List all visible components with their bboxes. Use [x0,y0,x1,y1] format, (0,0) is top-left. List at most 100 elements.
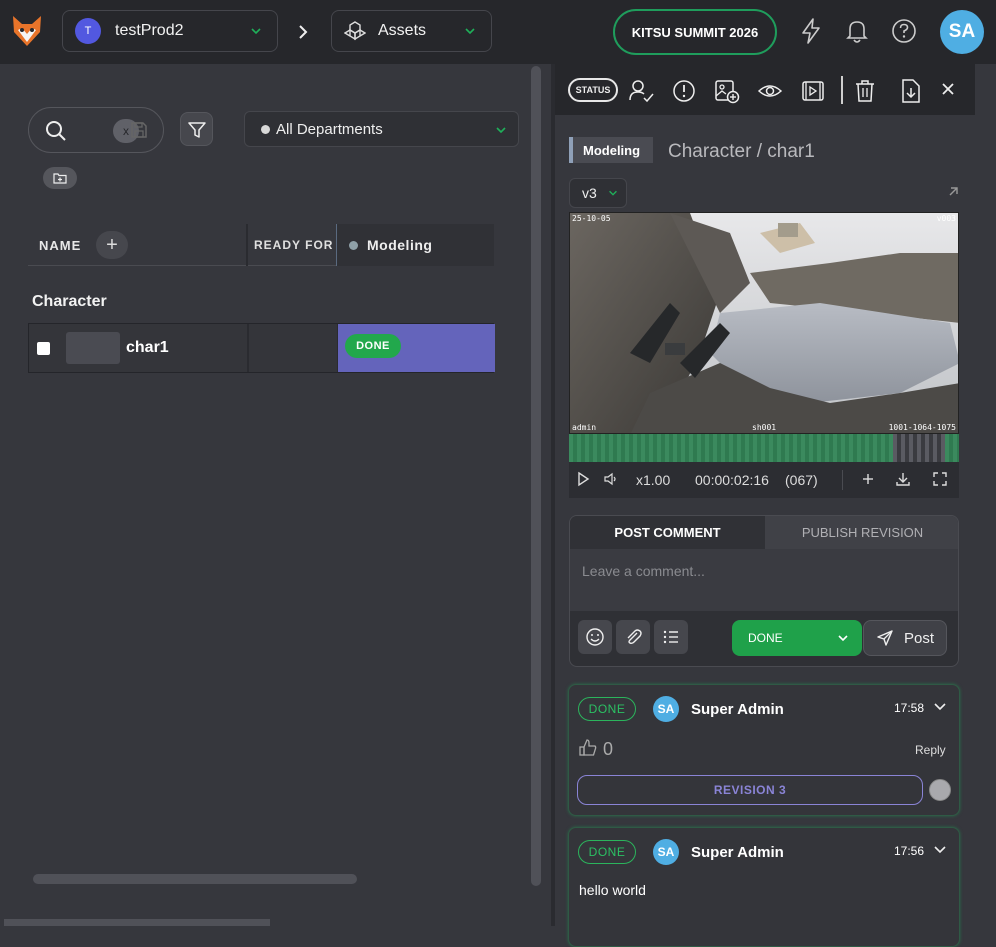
group-title: Character [32,293,107,310]
bell-icon[interactable] [842,16,872,46]
horizontal-scrollbar[interactable] [33,874,357,884]
expand-icon[interactable] [945,186,959,200]
production-name: testProd2 [115,22,184,39]
comment-author[interactable]: Super Admin [691,701,784,718]
modeling-status-cell[interactable]: DONE [337,324,495,372]
department-label: All Departments [276,120,383,138]
send-icon [877,630,893,646]
comment-input[interactable]: Leave a comment... [570,549,958,611]
comment-card: DONE SA Super Admin 17:56 hello world [568,827,960,947]
chevron-down-icon [251,28,261,35]
status-select[interactable]: DONE [732,620,862,656]
tab-publish-revision[interactable]: PUBLISH REVISION [765,516,958,549]
page-scrollbar[interactable] [4,919,270,926]
department-selector[interactable]: All Departments [244,111,519,147]
asset-name[interactable]: char1 [126,339,169,357]
chevron-down-icon [496,127,506,134]
help-icon[interactable] [889,16,919,46]
column-ready-for-header[interactable]: READY FOR [254,238,333,252]
add-folder-button[interactable] [43,167,77,189]
folder-plus-icon [53,173,67,184]
thumbs-up-icon[interactable] [578,738,598,758]
search-icon [46,121,66,141]
section-label: Assets [378,22,427,39]
task-type-tag: Modeling [569,137,653,163]
production-avatar: T [75,18,101,44]
section-selector[interactable]: Assets [331,10,492,52]
fullscreen-icon[interactable] [932,471,948,487]
comment-author[interactable]: Super Admin [691,844,784,861]
production-selector[interactable]: T testProd2 [62,10,278,52]
kitsu-logo-icon[interactable] [8,12,46,50]
attach-button[interactable] [616,620,650,654]
table-header: NAME + READY FOR Modeling [28,224,494,266]
plus-icon[interactable] [860,471,876,487]
revision-checkbox[interactable] [929,779,951,801]
player-controls: x1.00 00:00:02:16 (067) [569,462,959,498]
reply-link[interactable]: Reply [915,743,946,757]
save-search-icon[interactable] [129,120,149,140]
avatar[interactable]: SA [653,696,679,722]
row-checkbox[interactable] [37,342,50,355]
summit-button[interactable]: KITSU SUMMIT 2026 [613,9,777,55]
timeline-remaining[interactable] [893,434,945,462]
list-icon [663,630,678,644]
add-preview-icon[interactable] [714,78,740,104]
post-button[interactable]: Post [863,620,947,656]
preview-frame-image [570,213,958,433]
playback-speed[interactable]: x1.00 [636,472,670,488]
overlay-version: v003 [936,214,956,223]
revision-link[interactable]: REVISION 3 [577,775,923,805]
task-detail-pane: STATUS Modeling Character / char1 v3 25-… [555,64,996,947]
playlist-icon[interactable] [800,78,826,104]
add-asset-button[interactable]: + [96,231,128,259]
overlay-shot: sh001 [752,423,777,432]
tab-post-comment[interactable]: POST COMMENT [570,516,765,549]
assets-cube-icon [344,21,366,41]
eye-icon[interactable] [757,78,783,104]
avatar[interactable]: SA [653,839,679,865]
download-file-icon[interactable] [898,78,924,104]
table-row[interactable]: char1 DONE [28,323,495,373]
trash-icon[interactable] [852,78,878,104]
column-name-header[interactable]: NAME [39,238,81,253]
comment-time: 17:58 [894,701,925,715]
vertical-scrollbar[interactable] [531,66,541,886]
asset-thumbnail[interactable] [66,332,120,364]
video-preview[interactable]: 25-10-05 v003 admin sh001 1001-1064-1075 [569,212,959,434]
top-bar: T testProd2 Assets KITSU SUMMIT 2026 SA [0,0,996,64]
timecode: 00:00:02:16 [695,472,769,488]
chevron-down-icon [465,28,475,35]
play-icon[interactable] [575,471,591,487]
overlay-date: 25-10-05 [572,214,611,223]
emoji-button[interactable] [578,620,612,654]
comment-form: POST COMMENT PUBLISH REVISION Leave a co… [569,515,959,667]
comment-time: 17:56 [894,844,925,858]
filter-button[interactable] [180,112,213,146]
status-select-label: DONE [748,631,783,645]
column-modeling-header[interactable]: Modeling [336,224,494,266]
status-badge: DONE [578,697,636,721]
status-button[interactable]: STATUS [568,78,618,102]
player-divider [842,470,843,490]
post-label: Post [904,629,935,647]
search-field[interactable]: x [28,107,164,153]
frame-number: (067) [785,472,818,488]
volume-icon[interactable] [603,471,619,487]
chevron-down-icon [609,190,617,196]
overlay-user: admin [572,423,597,432]
chevron-down-icon[interactable] [933,700,947,714]
like-count: 0 [603,739,614,759]
download-icon[interactable] [895,471,911,487]
chevron-down-icon[interactable] [933,843,947,857]
status-badge[interactable]: DONE [345,334,401,358]
user-avatar[interactable]: SA [940,10,984,54]
column-divider [246,224,248,266]
checklist-button[interactable] [654,620,688,654]
alert-icon[interactable] [671,78,697,104]
emoji-icon [586,628,604,646]
close-icon[interactable] [939,80,957,98]
version-selector[interactable]: v3 [569,178,627,208]
lightning-icon[interactable] [796,16,826,46]
assign-user-icon[interactable] [628,78,654,104]
